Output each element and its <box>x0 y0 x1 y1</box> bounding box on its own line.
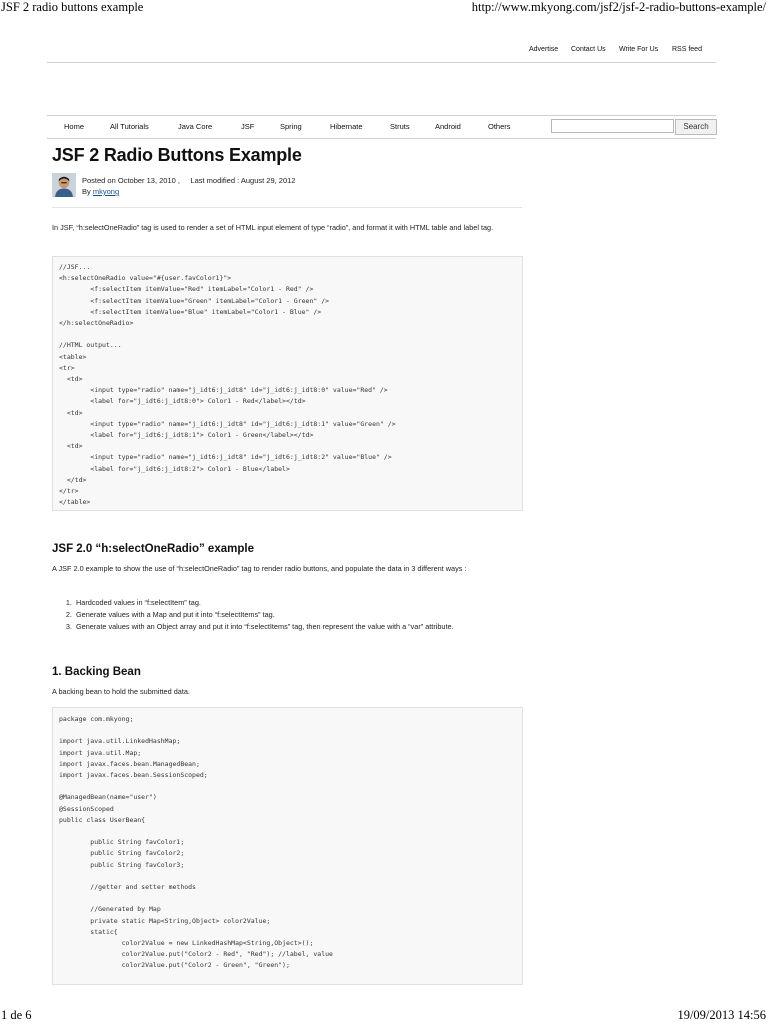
list-item: Generate values with an Object array and… <box>74 621 544 633</box>
code-line: //Generated by Map <box>59 905 161 914</box>
posted-date: Posted on October 13, 2010 , <box>82 176 180 185</box>
list-item: Hardcoded values in “f:selectItem” tag. <box>74 597 544 609</box>
code-line: public class UserBean{ <box>59 815 146 824</box>
code-line: <label for="j_idt6:j_idt8:1"> Color1 - G… <box>59 431 314 439</box>
nav-home[interactable]: Home <box>64 122 84 131</box>
code-line: color2Value.put("Color2 - Red", "Red"); … <box>59 950 333 959</box>
by-label: By <box>82 187 91 196</box>
modified-date: Last modified : August 29, 2012 <box>190 176 296 185</box>
code-line: <td> <box>59 442 83 451</box>
code-line: static{ <box>59 927 118 936</box>
print-footer: 1 de 6 19/09/2013 14:56 <box>0 1008 768 1024</box>
section-heading-backing-bean: 1. Backing Bean <box>52 666 141 678</box>
code-line: </h:selectOneRadio> <box>59 319 134 327</box>
section-heading-example: JSF 2.0 “h:selectOneRadio” example <box>52 543 254 555</box>
nav-struts[interactable]: Struts <box>390 122 410 131</box>
nav-android[interactable]: Android <box>435 122 461 131</box>
code-line: public String favColor2; <box>59 849 185 858</box>
nav-java-core[interactable]: Java Core <box>178 122 212 131</box>
code-line: //JSF... <box>59 263 91 271</box>
code-line: <tr> <box>59 363 75 372</box>
code-block-jsf-html: //JSF... <h:selectOneRadio value="#{user.… <box>52 256 523 511</box>
code-line: <f:selectItem itemValue="Green" itemLabe… <box>59 296 330 305</box>
list-item: Generate values with a Map and put it in… <box>74 609 544 621</box>
post-meta: Posted on October 13, 2010 , Last modifi… <box>82 175 295 197</box>
code-line: <td> <box>59 375 83 383</box>
print-title: JSF 2 radio buttons example <box>1 0 144 14</box>
nav-all-tutorials[interactable]: All Tutorials <box>110 122 149 131</box>
code-line: </tr> <box>59 487 79 495</box>
search-input[interactable] <box>551 119 674 133</box>
print-header: JSF 2 radio buttons example http://www.m… <box>0 0 768 16</box>
code-line: import javax.faces.bean.SessionScoped; <box>59 771 208 779</box>
ways-list: Hardcoded values in “f:selectItem” tag. … <box>52 597 544 633</box>
nav-others[interactable]: Others <box>488 122 511 131</box>
code-line: </table> <box>59 498 91 507</box>
code-line: //getter and setter methods <box>59 883 196 891</box>
search-button[interactable]: Search <box>675 119 717 135</box>
nav-jsf[interactable]: JSF <box>241 122 254 131</box>
section-intro-text: A JSF 2.0 example to show the use of “h:… <box>52 564 467 573</box>
code-block-backing-bean: package com.mkyong; import java.util.Link… <box>52 707 523 985</box>
code-line: <td> <box>59 408 83 417</box>
print-datetime: 19/09/2013 14:56 <box>677 1008 766 1022</box>
code-line: <input type="radio" name="j_idt6:j_idt8"… <box>59 453 392 462</box>
code-line: color2Value = new LinkedHashMap<String,O… <box>59 939 314 947</box>
code-line: import java.util.Map; <box>59 748 142 757</box>
code-line: <f:selectItem itemValue="Red" itemLabel=… <box>59 285 314 294</box>
link-rss-feed[interactable]: RSS feed <box>672 46 702 53</box>
page-title: JSF 2 Radio Buttons Example <box>52 145 302 165</box>
nav-spring[interactable]: Spring <box>280 122 302 131</box>
code-line: <f:selectItem itemValue="Blue" itemLabel… <box>59 307 322 316</box>
link-advertise[interactable]: Advertise <box>529 46 558 53</box>
code-line: import java.util.LinkedHashMap; <box>59 737 181 746</box>
intro-text: In JSF, “h:selectOneRadio” tag is used t… <box>52 223 494 232</box>
code-line: </td> <box>59 475 87 484</box>
avatar-icon <box>52 173 76 197</box>
code-line: public String favColor1; <box>59 838 185 847</box>
code-line: color2Value.put("Color2 - Green", "Green… <box>59 961 290 970</box>
code-line: <label for="j_idt6:j_idt8:0"> Color1 - R… <box>59 397 306 406</box>
code-line: @ManagedBean(name="user") <box>59 793 157 802</box>
link-write-for-us[interactable]: Write For Us <box>619 46 658 53</box>
nav-hibernate[interactable]: Hibernate <box>330 122 363 131</box>
link-contact-us[interactable]: Contact Us <box>571 46 606 53</box>
print-url: http://www.mkyong.com/jsf2/jsf-2-radio-b… <box>471 0 766 14</box>
code-line: @SessionScoped <box>59 804 114 813</box>
code-line: public String favColor3; <box>59 860 185 869</box>
code-line: <table> <box>59 352 87 361</box>
main-nav: Home All Tutorials Java Core JSF Spring … <box>47 115 717 139</box>
code-line: <input type="radio" name="j_idt6:j_idt8"… <box>59 386 388 395</box>
code-line: package com.mkyong; <box>59 715 134 723</box>
title-divider <box>52 207 522 208</box>
code-line: <input type="radio" name="j_idt6:j_idt8"… <box>59 419 396 428</box>
code-line: private static Map<String,Object> color2… <box>59 916 271 925</box>
author-avatar <box>52 173 76 197</box>
backing-bean-text: A backing bean to hold the submitted dat… <box>52 687 190 696</box>
code-line: //HTML output... <box>59 341 122 350</box>
code-line: <label for="j_idt6:j_idt8:2"> Color1 - B… <box>59 464 290 473</box>
code-line: <h:selectOneRadio value="#{user.favColor… <box>59 274 232 283</box>
author-link[interactable]: mkyong <box>93 187 119 196</box>
header-rule <box>47 62 716 63</box>
page-number: 1 de 6 <box>1 1008 32 1022</box>
code-line: import javax.faces.bean.ManagedBean; <box>59 759 200 768</box>
top-links: Advertise Contact Us Write For Us RSS fe… <box>0 46 768 60</box>
